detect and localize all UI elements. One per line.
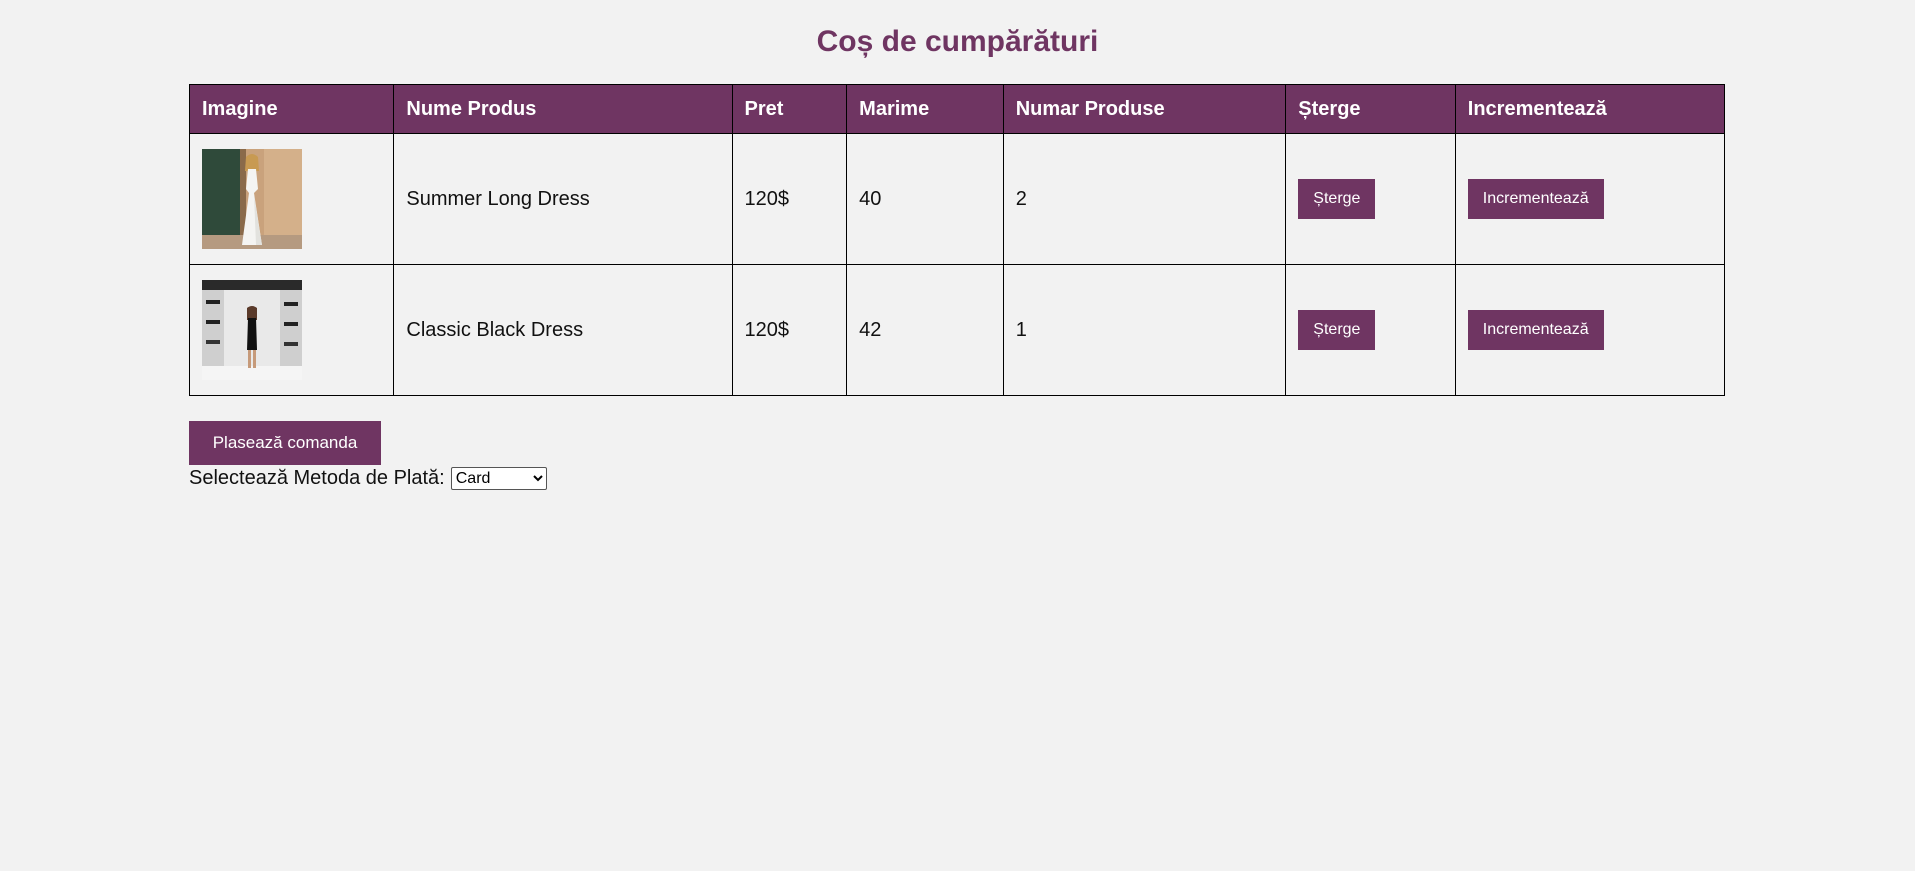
shopping-cart-page: Coș de cumpărături Imagine Nume Produs P… xyxy=(0,0,1915,871)
payment-method-label: Selectează Metoda de Plată: xyxy=(189,467,445,489)
increment-button[interactable]: Incrementează xyxy=(1467,179,1604,219)
header-increment: Incrementează xyxy=(1454,84,1726,134)
cart-table: Imagine Nume Produs Pret Marime Numar Pr… xyxy=(188,84,1726,396)
header-image: Imagine xyxy=(188,84,395,134)
product-name: Summer Long Dress xyxy=(393,133,733,265)
delete-button[interactable]: Șterge xyxy=(1298,179,1376,219)
white-dress-product-image xyxy=(202,149,302,249)
header-quantity: Numar Produse xyxy=(1002,84,1287,134)
product-image-cell xyxy=(188,264,395,396)
page-title: Coș de cumpărături xyxy=(816,25,1099,58)
product-quantity: 2 xyxy=(1002,133,1287,265)
payment-method-row: Selectează Metoda de Plată: Card xyxy=(189,466,547,490)
increment-button[interactable]: Incrementează xyxy=(1467,310,1604,350)
delete-cell: Șterge xyxy=(1285,133,1456,265)
product-price: 120$ xyxy=(731,133,848,265)
delete-button[interactable]: Șterge xyxy=(1298,310,1376,350)
product-name: Classic Black Dress xyxy=(393,264,733,396)
product-quantity: 1 xyxy=(1002,264,1287,396)
table-row: Classic Black Dress 120$ 42 1 Șterge Inc… xyxy=(188,264,1726,396)
delete-cell: Șterge xyxy=(1285,264,1456,396)
header-size: Marime xyxy=(846,84,1004,134)
increment-cell: Incrementează xyxy=(1454,264,1726,396)
place-order-button[interactable]: Plasează comanda xyxy=(189,421,381,465)
header-product-name: Nume Produs xyxy=(393,84,733,134)
product-price: 120$ xyxy=(731,264,848,396)
payment-method-select[interactable]: Card xyxy=(450,466,547,490)
table-header-row: Imagine Nume Produs Pret Marime Numar Pr… xyxy=(188,84,1726,134)
product-image-cell xyxy=(188,133,395,265)
product-size: 40 xyxy=(846,133,1004,265)
table-row: Summer Long Dress 120$ 40 2 Șterge Incre… xyxy=(188,133,1726,265)
header-price: Pret xyxy=(731,84,848,134)
increment-cell: Incrementează xyxy=(1454,133,1726,265)
product-size: 42 xyxy=(846,264,1004,396)
header-delete: Șterge xyxy=(1285,84,1456,134)
black-dress-product-image xyxy=(202,280,302,380)
